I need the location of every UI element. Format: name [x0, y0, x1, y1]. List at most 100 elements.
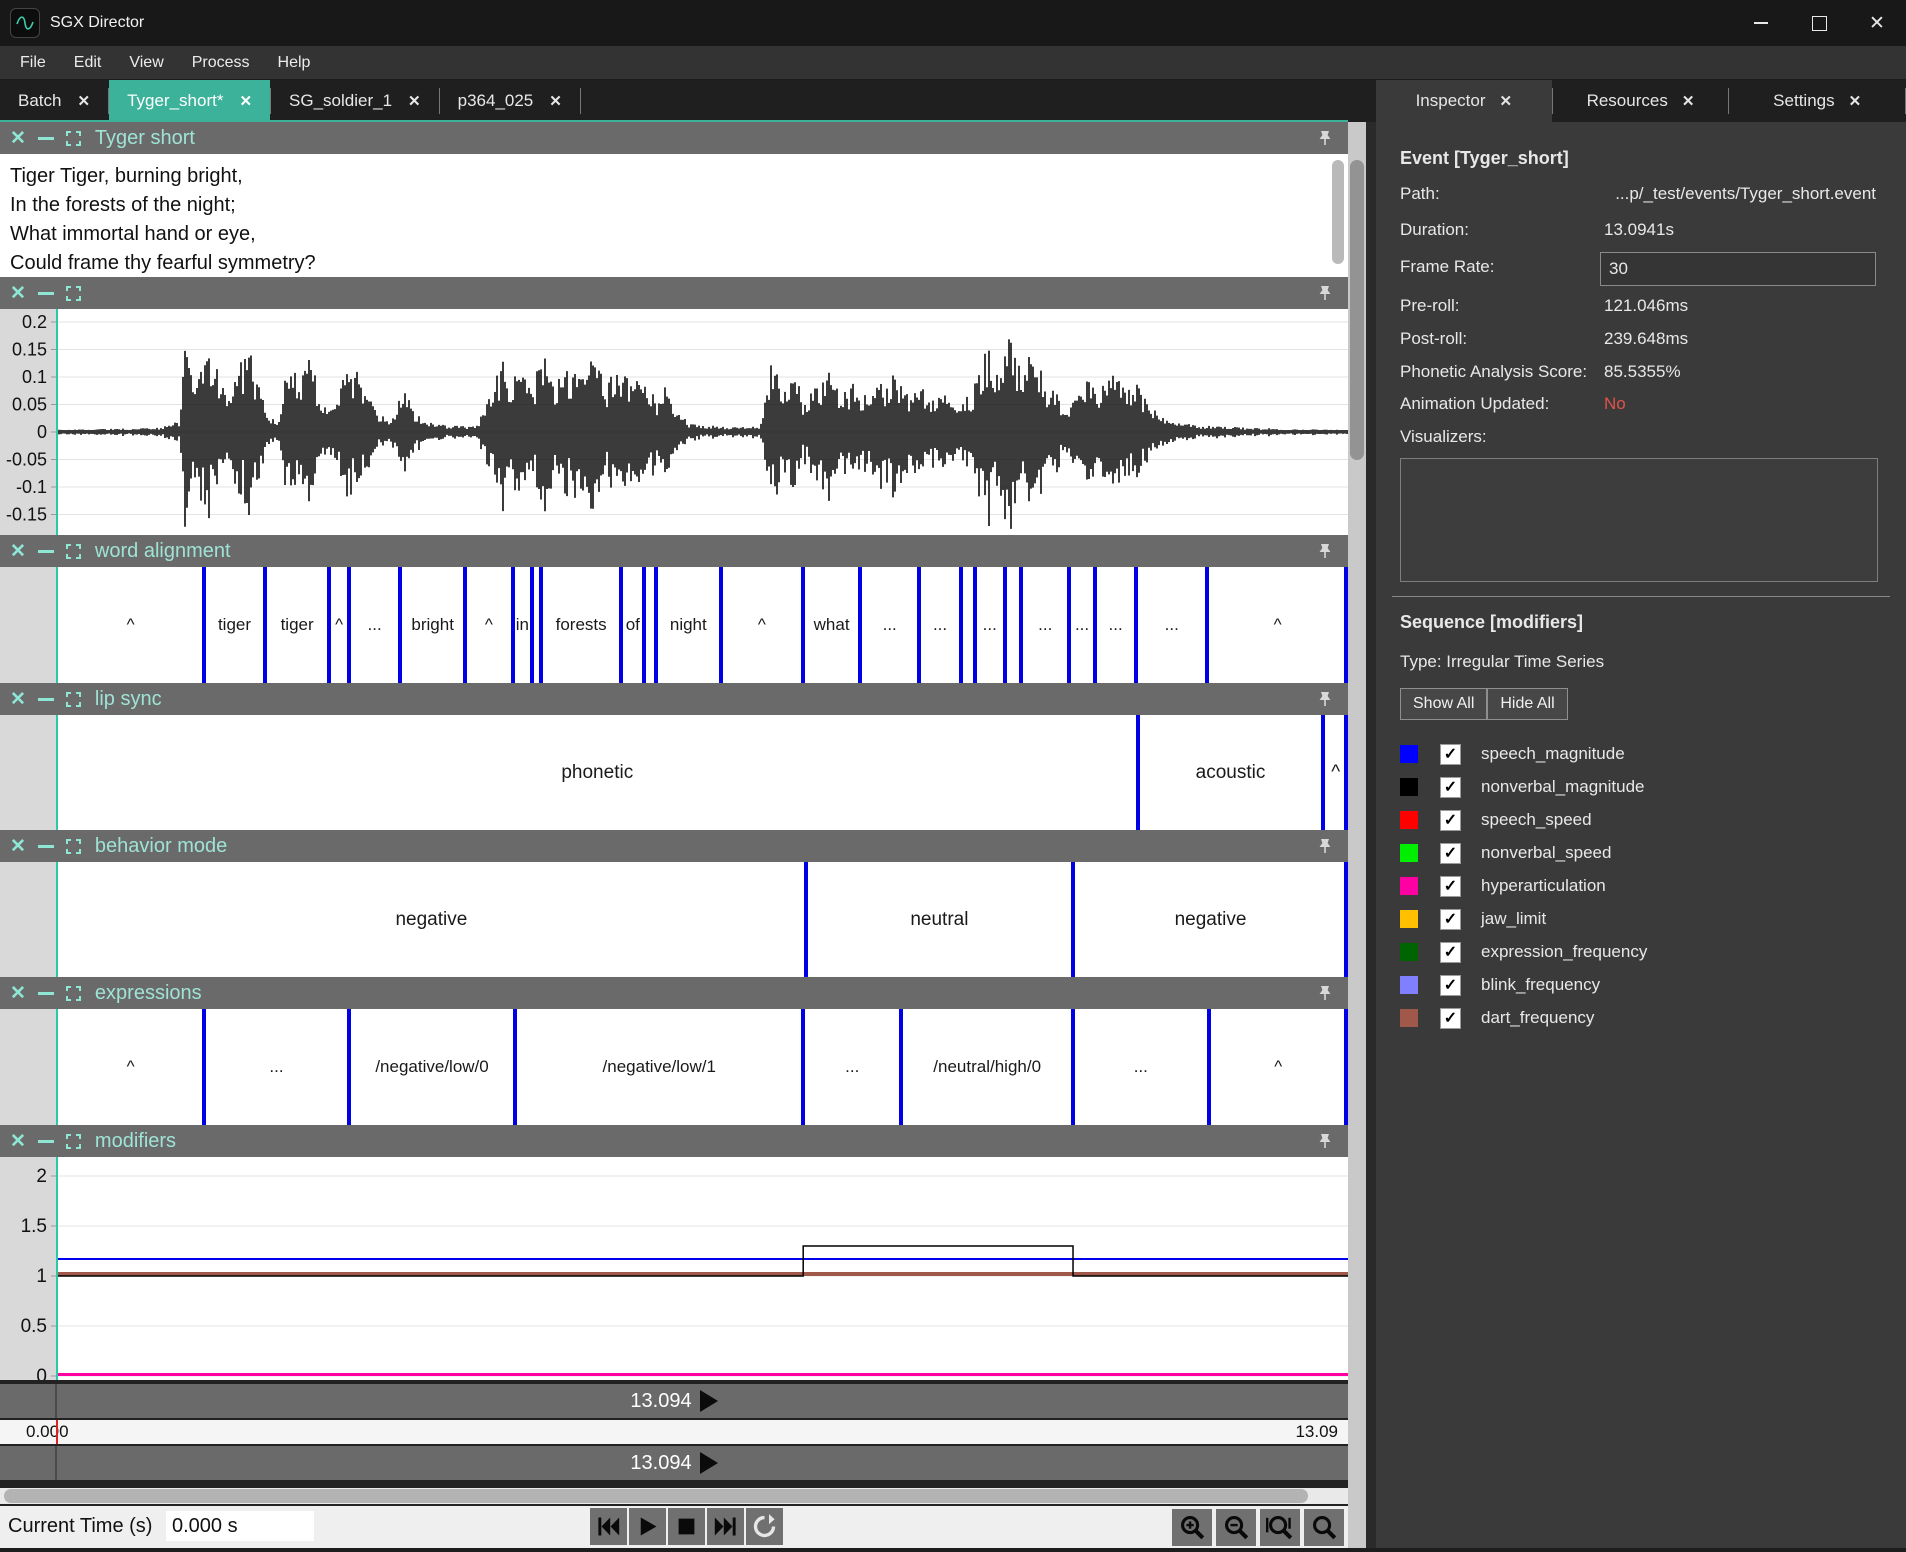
segment-boundary-marker[interactable] [1205, 567, 1209, 683]
series-checkbox[interactable]: ✓ [1440, 744, 1461, 765]
segment-label[interactable]: ... [367, 615, 381, 635]
segment-boundary-marker[interactable] [511, 567, 515, 683]
series-checkbox[interactable]: ✓ [1440, 975, 1461, 996]
track-close-icon[interactable]: ✕ [10, 284, 26, 303]
segment-boundary-marker[interactable] [1344, 715, 1348, 830]
stop-button[interactable] [668, 1508, 705, 1545]
vertical-scrollbar[interactable] [1348, 122, 1366, 1548]
tab-close-icon[interactable]: ✕ [239, 92, 252, 110]
track-minimize-icon[interactable] [38, 698, 54, 701]
panel-tab-resources[interactable]: Resources✕ [1553, 80, 1729, 122]
segment-boundary-marker[interactable] [398, 567, 402, 683]
track-close-icon[interactable]: ✕ [10, 984, 26, 1003]
time-slider-bottom[interactable]: 13.094 [0, 1446, 1348, 1480]
series-checkbox[interactable]: ✓ [1440, 909, 1461, 930]
zoom-in-button[interactable] [1172, 1509, 1212, 1546]
playhead[interactable] [56, 1009, 58, 1125]
track-content-behavior-mode[interactable]: negativeneutralnegative [0, 862, 1348, 977]
segment-boundary-marker[interactable] [1003, 567, 1007, 683]
segment-label[interactable]: bright [411, 615, 454, 635]
segment-label[interactable]: negative [1175, 909, 1247, 931]
tab-close-icon[interactable]: ✕ [549, 92, 562, 110]
play-button[interactable] [629, 1508, 666, 1545]
tab-p364_025[interactable]: p364_025✕ [440, 80, 580, 122]
segment-label[interactable]: ... [845, 1057, 859, 1077]
loop-button[interactable] [746, 1508, 783, 1545]
track-close-icon[interactable]: ✕ [10, 129, 26, 148]
segment-boundary-marker[interactable] [959, 567, 963, 683]
skip-to-end-button[interactable] [707, 1508, 744, 1545]
series-checkbox[interactable]: ✓ [1440, 810, 1461, 831]
segment-boundary-marker[interactable] [801, 567, 805, 683]
maximize-button[interactable] [1790, 0, 1848, 46]
segment-label[interactable]: ^ [1274, 615, 1282, 635]
segment-boundary-marker[interactable] [619, 567, 623, 683]
segment-label[interactable]: ... [1075, 615, 1089, 635]
segment-boundary-marker[interactable] [858, 567, 862, 683]
segment-label[interactable]: /neutral/high/0 [933, 1057, 1041, 1077]
pin-icon[interactable] [1316, 129, 1334, 147]
segment-label[interactable]: /negative/low/0 [375, 1057, 488, 1077]
menu-edit[interactable]: Edit [60, 46, 116, 79]
panel-tab-close-icon[interactable]: ✕ [1500, 92, 1513, 110]
segment-boundary-marker[interactable] [530, 567, 534, 683]
track-content-modifiers[interactable]: 21.510.50 [0, 1157, 1348, 1380]
track-maximize-icon[interactable] [66, 692, 81, 707]
segment-label[interactable]: ... [983, 615, 997, 635]
series-checkbox[interactable]: ✓ [1440, 843, 1461, 864]
current-time-tick[interactable] [56, 1420, 58, 1444]
series-checkbox[interactable]: ✓ [1440, 942, 1461, 963]
segment-label[interactable]: ... [1134, 1057, 1148, 1077]
track-content-lip-sync[interactable]: phoneticacoustic^ [0, 715, 1348, 830]
panel-tab-close-icon[interactable]: ✕ [1849, 92, 1862, 110]
segment-boundary-marker[interactable] [1136, 715, 1140, 830]
segment-boundary-marker[interactable] [1344, 862, 1348, 977]
track-content-expressions[interactable]: ^.../negative/low/0/negative/low/1.../ne… [0, 1009, 1348, 1125]
segment-boundary-marker[interactable] [347, 1009, 351, 1125]
segment-boundary-marker[interactable] [202, 1009, 206, 1125]
horizontal-scrollbar[interactable] [0, 1488, 1348, 1504]
panel-tab-settings[interactable]: Settings✕ [1729, 80, 1905, 122]
pin-icon[interactable] [1316, 542, 1334, 560]
horizontal-scrollbar-thumb[interactable] [4, 1489, 1308, 1503]
segment-label[interactable]: ^ [1274, 1057, 1282, 1077]
track-minimize-icon[interactable] [38, 845, 54, 848]
segment-label[interactable]: ... [1109, 615, 1123, 635]
segment-label[interactable]: ... [1038, 615, 1052, 635]
segment-label[interactable]: tiger [218, 615, 251, 635]
segment-label[interactable]: what [814, 615, 850, 635]
track-minimize-icon[interactable] [38, 550, 54, 553]
slider-top-play-icon[interactable] [700, 1390, 718, 1412]
track-content-waveform[interactable]: 0.20.150.10.050-0.05-0.1-0.15 [0, 309, 1348, 535]
segment-boundary-marker[interactable] [463, 567, 467, 683]
track-minimize-icon[interactable] [38, 137, 54, 140]
pin-icon[interactable] [1316, 690, 1334, 708]
segment-boundary-marker[interactable] [1019, 567, 1023, 683]
track-close-icon[interactable]: ✕ [10, 542, 26, 561]
segment-boundary-marker[interactable] [654, 567, 658, 683]
current-time-field[interactable]: 0.000 s [166, 1511, 314, 1541]
pin-icon[interactable] [1316, 1132, 1334, 1150]
segment-label[interactable]: night [670, 615, 707, 635]
segment-label[interactable]: tiger [281, 615, 314, 635]
track-minimize-icon[interactable] [38, 992, 54, 995]
panel-tab-inspector[interactable]: Inspector✕ [1376, 80, 1552, 122]
pin-icon[interactable] [1316, 284, 1334, 302]
show-all-button[interactable]: Show All [1400, 688, 1487, 720]
waveform-plot[interactable]: 0.20.150.10.050-0.05-0.1-0.15 [0, 309, 1348, 535]
segment-label[interactable]: ^ [758, 615, 766, 635]
track-maximize-icon[interactable] [66, 839, 81, 854]
track-close-icon[interactable]: ✕ [10, 690, 26, 709]
hide-all-button[interactable]: Hide All [1487, 688, 1567, 720]
segment-label[interactable]: forests [556, 615, 607, 635]
segment-boundary-marker[interactable] [327, 567, 331, 683]
menu-file[interactable]: File [6, 46, 60, 79]
track-close-icon[interactable]: ✕ [10, 1132, 26, 1151]
segment-label[interactable]: in [516, 615, 529, 635]
segment-boundary-marker[interactable] [1071, 1009, 1075, 1125]
track-close-icon[interactable]: ✕ [10, 837, 26, 856]
segment-boundary-marker[interactable] [539, 567, 543, 683]
track-minimize-icon[interactable] [38, 1140, 54, 1143]
segment-boundary-marker[interactable] [719, 567, 723, 683]
zoom-selection-button[interactable] [1260, 1509, 1300, 1546]
